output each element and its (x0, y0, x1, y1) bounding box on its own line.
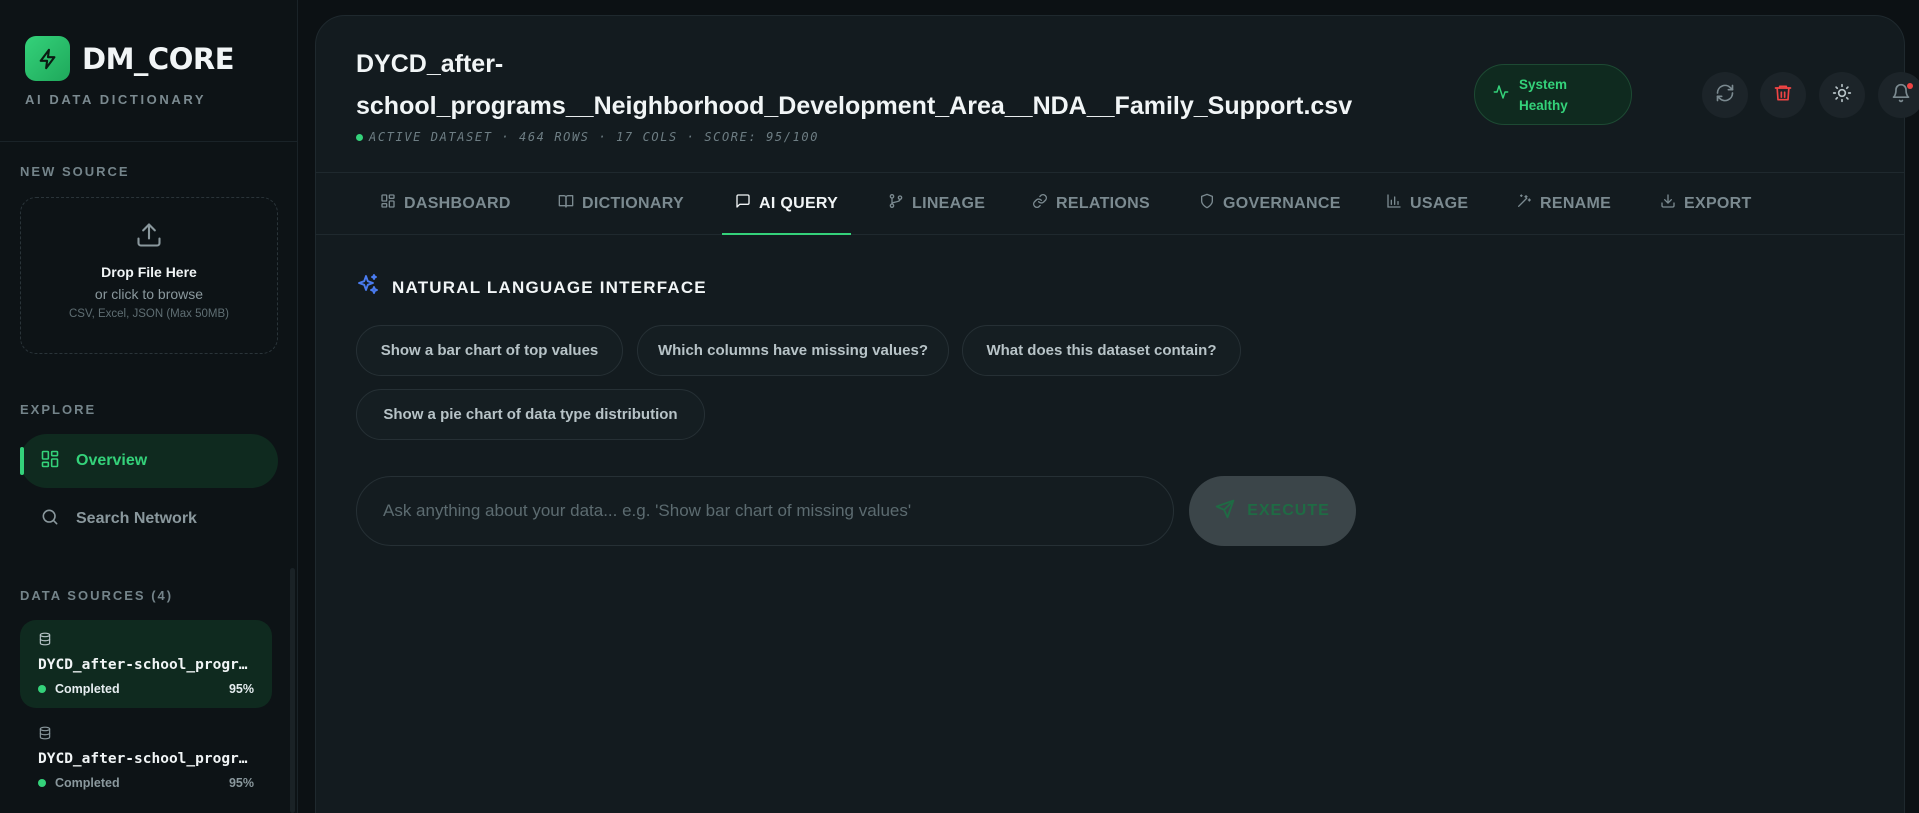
brand-name: DM_CORE (82, 41, 235, 76)
magic-wand-icon (1516, 193, 1532, 214)
brand[interactable]: DM_CORE (25, 36, 235, 81)
status-dot (356, 133, 363, 141)
status-dot (38, 779, 46, 787)
section-title: NATURAL LANGUAGE INTERFACE (356, 273, 707, 302)
suggestion-chip[interactable]: Show a bar chart of top values (356, 325, 623, 376)
database-icon (38, 632, 52, 650)
data-source-name: DYCD_after-school_programs__Neighborhood… (38, 657, 254, 673)
upload-icon (135, 221, 163, 254)
sidebar-item-overview[interactable]: Overview (20, 434, 278, 488)
suggestion-chip[interactable]: Show a pie chart of data type distributi… (356, 389, 705, 440)
search-icon (40, 507, 60, 532)
execute-button[interactable]: EXECUTE (1189, 476, 1356, 546)
dataset-meta: ACTIVE DATASET · 464 ROWS · 17 COLS · SC… (356, 130, 819, 144)
tab-rename[interactable]: RENAME (1516, 173, 1611, 234)
tab-lineage[interactable]: LINEAGE (888, 173, 985, 234)
shield-icon (1199, 193, 1215, 214)
data-source-item[interactable]: DYCD_after-school_programs__Neighborhood… (20, 620, 272, 708)
new-source-label: NEW SOURCE (20, 164, 130, 179)
suggestion-chip[interactable]: Which columns have missing values? (637, 325, 949, 376)
bar-chart-icon (1386, 193, 1402, 214)
tab-relations[interactable]: RELATIONS (1032, 173, 1150, 234)
data-source-status: Completed (38, 776, 120, 790)
git-branch-icon (888, 193, 904, 214)
tab-export[interactable]: EXPORT (1660, 173, 1752, 234)
dropzone-hint: CSV, Excel, JSON (Max 50MB) (69, 308, 229, 320)
sidebar-scrollbar[interactable] (290, 568, 295, 813)
sun-icon (1832, 83, 1852, 108)
main-panel: DYCD_after-school_programs__Neighborhood… (315, 15, 1919, 813)
brand-subtitle: AI DATA DICTIONARY (25, 92, 207, 107)
tabs-divider-bottom (316, 234, 1904, 235)
database-icon (38, 726, 52, 744)
sidebar-item-search-network[interactable]: Search Network (20, 492, 278, 546)
tab-dashboard[interactable]: DASHBOARD (380, 173, 511, 234)
chat-icon (735, 193, 751, 214)
refresh-button[interactable] (1702, 72, 1748, 118)
theme-toggle-button[interactable] (1819, 72, 1865, 118)
delete-button[interactable] (1760, 72, 1806, 118)
sidebar-item-label: Search Network (76, 510, 197, 527)
trash-icon (1773, 83, 1793, 108)
tab-governance[interactable]: GOVERNANCE (1199, 173, 1341, 234)
tab-dictionary[interactable]: DICTIONARY (558, 173, 684, 234)
file-dropzone[interactable]: Drop File Here or click to browse CSV, E… (20, 197, 278, 354)
sidebar-item-label: Overview (76, 452, 148, 469)
sparkles-icon (356, 273, 380, 302)
status-dot (38, 685, 46, 693)
send-icon (1215, 499, 1235, 524)
lightning-icon (25, 36, 70, 81)
activity-icon (1493, 84, 1509, 105)
tab-usage[interactable]: USAGE (1386, 173, 1468, 234)
grid-icon (40, 449, 60, 474)
dashboard-icon (380, 193, 396, 214)
system-health-badge[interactable]: System Healthy (1474, 64, 1632, 125)
data-source-item[interactable]: DYCD_after-school_programs__Neighborhood… (20, 714, 272, 802)
data-sources-label: DATA SOURCES (4) (20, 588, 174, 603)
dropzone-subtitle: or click to browse (94, 286, 204, 302)
refresh-icon (1715, 83, 1735, 108)
sidebar: DM_CORE AI DATA DICTIONARY NEW SOURCE Dr… (0, 0, 298, 813)
book-icon (558, 193, 574, 214)
link-icon (1032, 193, 1048, 214)
notifications-button[interactable] (1878, 72, 1919, 118)
data-source-name: DYCD_after-school_programs__Neighborhood… (38, 751, 254, 767)
download-icon (1660, 193, 1676, 214)
page-title: DYCD_after-school_programs__Neighborhood… (356, 50, 1353, 120)
query-input[interactable] (356, 476, 1174, 546)
suggestion-chip[interactable]: What does this dataset contain? (962, 325, 1241, 376)
dropzone-title: Drop File Here (101, 264, 197, 280)
data-source-progress: 95% (228, 776, 254, 790)
sidebar-divider (0, 141, 297, 142)
data-source-status: Completed (38, 682, 120, 696)
tab-ai-query[interactable]: AI QUERY (721, 173, 852, 235)
data-source-progress: 95% (228, 682, 254, 696)
notification-dot (1907, 83, 1913, 89)
explore-label: EXPLORE (20, 402, 97, 417)
